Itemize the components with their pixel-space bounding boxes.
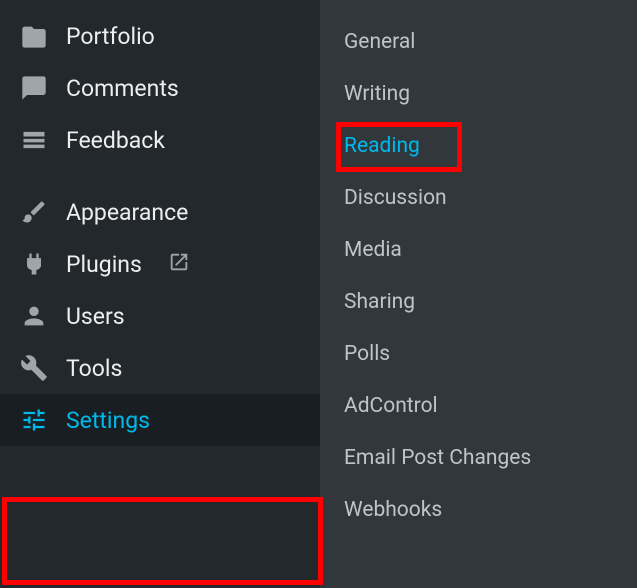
admin-sidebar: Portfolio Comments Feedback Appearance P… — [0, 0, 320, 588]
tools-icon — [20, 354, 48, 382]
submenu-item-reading[interactable]: Reading — [320, 120, 637, 172]
sidebar-item-label: Appearance — [66, 199, 188, 226]
sidebar-item-label: Feedback — [66, 127, 165, 154]
sidebar-item-label: Tools — [66, 355, 122, 382]
sidebar-item-users[interactable]: Users — [0, 290, 320, 342]
external-link-icon — [168, 251, 190, 277]
sidebar-item-label: Portfolio — [66, 23, 155, 50]
submenu-item-polls[interactable]: Polls — [320, 328, 637, 380]
sidebar-separator — [0, 166, 320, 186]
submenu-item-discussion[interactable]: Discussion — [320, 172, 637, 224]
sidebar-item-plugins[interactable]: Plugins — [0, 238, 320, 290]
sidebar-item-portfolio[interactable]: Portfolio — [0, 10, 320, 62]
comments-icon — [20, 74, 48, 102]
submenu-item-writing[interactable]: Writing — [320, 68, 637, 120]
settings-icon — [20, 406, 48, 434]
submenu-item-sharing[interactable]: Sharing — [320, 276, 637, 328]
sidebar-item-comments[interactable]: Comments — [0, 62, 320, 114]
plugins-icon — [20, 250, 48, 278]
feedback-icon — [20, 126, 48, 154]
submenu-item-webhooks[interactable]: Webhooks — [320, 484, 637, 536]
sidebar-item-feedback[interactable]: Feedback — [0, 114, 320, 166]
sidebar-item-label: Settings — [66, 407, 150, 434]
sidebar-item-tools[interactable]: Tools — [0, 342, 320, 394]
settings-submenu: General Writing Reading Discussion Media… — [320, 0, 637, 588]
sidebar-item-label: Plugins — [66, 251, 142, 278]
sidebar-item-appearance[interactable]: Appearance — [0, 186, 320, 238]
sidebar-item-label: Users — [66, 303, 125, 330]
portfolio-icon — [20, 22, 48, 50]
submenu-item-adcontrol[interactable]: AdControl — [320, 380, 637, 432]
submenu-item-media[interactable]: Media — [320, 224, 637, 276]
appearance-icon — [20, 198, 48, 226]
submenu-item-email-post-changes[interactable]: Email Post Changes — [320, 432, 637, 484]
sidebar-item-label: Comments — [66, 75, 179, 102]
sidebar-item-settings[interactable]: Settings — [0, 394, 320, 446]
users-icon — [20, 302, 48, 330]
submenu-item-general[interactable]: General — [320, 16, 637, 68]
